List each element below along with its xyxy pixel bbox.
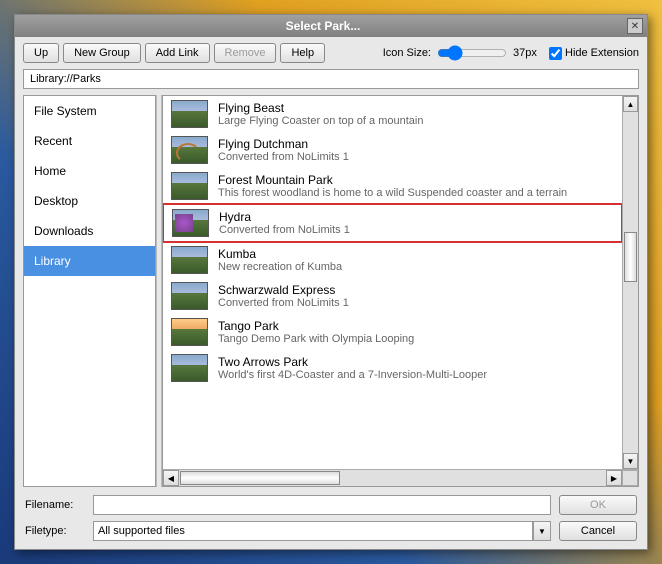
sidebar-item-file-system[interactable]: File System: [24, 96, 155, 126]
sidebar-item-recent[interactable]: Recent: [24, 126, 155, 156]
park-title: Kumba: [218, 247, 342, 261]
icon-size-label: Icon Size:: [383, 47, 431, 59]
list-item[interactable]: Flying DutchmanConverted from NoLimits 1: [163, 132, 622, 168]
sidebar: File SystemRecentHomeDesktopDownloadsLib…: [23, 95, 156, 487]
scroll-left-arrow[interactable]: ◀: [163, 470, 179, 486]
park-text: Forest Mountain ParkThis forest woodland…: [218, 173, 567, 199]
add-link-button[interactable]: Add Link: [145, 43, 210, 63]
park-list-container: Flying BeastLarge Flying Coaster on top …: [163, 96, 638, 469]
icon-size-slider[interactable]: [437, 45, 507, 61]
filetype-value[interactable]: [93, 521, 533, 541]
park-thumbnail: [171, 282, 208, 310]
vscroll-track[interactable]: [623, 112, 638, 453]
hide-extension-label: Hide Extension: [565, 47, 639, 59]
park-text: Two Arrows ParkWorld's first 4D-Coaster …: [218, 355, 487, 381]
cancel-button[interactable]: Cancel: [559, 521, 637, 541]
filetype-select[interactable]: ▼: [93, 521, 551, 541]
park-title: Flying Beast: [218, 101, 423, 115]
list-item[interactable]: Schwarzwald ExpressConverted from NoLimi…: [163, 278, 622, 314]
park-list: Flying BeastLarge Flying Coaster on top …: [163, 96, 622, 469]
park-thumbnail: [171, 172, 208, 200]
filetype-dropdown-arrow[interactable]: ▼: [533, 521, 551, 541]
park-thumbnail: [171, 318, 208, 346]
scroll-right-arrow[interactable]: ▶: [606, 470, 622, 486]
sidebar-item-desktop[interactable]: Desktop: [24, 186, 155, 216]
hide-extension-input[interactable]: [549, 47, 562, 60]
scroll-down-arrow[interactable]: ▼: [623, 453, 638, 469]
list-item[interactable]: Tango ParkTango Demo Park with Olympia L…: [163, 314, 622, 350]
filetype-label: Filetype:: [25, 525, 85, 537]
park-text: Schwarzwald ExpressConverted from NoLimi…: [218, 283, 349, 309]
park-thumbnail: [171, 136, 208, 164]
close-button[interactable]: ✕: [627, 18, 643, 34]
list-item[interactable]: Forest Mountain ParkThis forest woodland…: [163, 168, 622, 204]
park-title: Two Arrows Park: [218, 355, 487, 369]
park-title: Tango Park: [218, 319, 414, 333]
new-group-button[interactable]: New Group: [63, 43, 141, 63]
park-text: Flying DutchmanConverted from NoLimits 1: [218, 137, 349, 163]
park-title: Forest Mountain Park: [218, 173, 567, 187]
hscroll-track[interactable]: [179, 470, 606, 486]
park-description: Large Flying Coaster on top of a mountai…: [218, 115, 423, 127]
park-title: Flying Dutchman: [218, 137, 349, 151]
list-item[interactable]: KumbaNew recreation of Kumba: [163, 242, 622, 278]
footer: Filename: OK Filetype: ▼ Cancel: [15, 487, 647, 549]
path-input[interactable]: [23, 69, 639, 89]
horizontal-scrollbar[interactable]: ◀ ▶: [163, 470, 622, 486]
scroll-up-arrow[interactable]: ▲: [623, 96, 638, 112]
park-text: Flying BeastLarge Flying Coaster on top …: [218, 101, 423, 127]
hscroll-thumb[interactable]: [180, 471, 340, 485]
path-field: [23, 69, 639, 89]
hide-extension-checkbox[interactable]: Hide Extension: [549, 47, 639, 60]
content-panel: Flying BeastLarge Flying Coaster on top …: [162, 95, 639, 487]
park-description: World's first 4D-Coaster and a 7-Inversi…: [218, 369, 487, 381]
park-thumbnail: [171, 246, 208, 274]
sidebar-item-downloads[interactable]: Downloads: [24, 216, 155, 246]
park-title: Schwarzwald Express: [218, 283, 349, 297]
park-description: Converted from NoLimits 1: [218, 151, 349, 163]
sidebar-item-library[interactable]: Library: [24, 246, 155, 276]
list-item[interactable]: HydraConverted from NoLimits 1: [163, 203, 622, 243]
list-item[interactable]: Two Arrows ParkWorld's first 4D-Coaster …: [163, 350, 622, 386]
vertical-scrollbar[interactable]: ▲ ▼: [622, 96, 638, 469]
list-item[interactable]: Flying BeastLarge Flying Coaster on top …: [163, 96, 622, 132]
filename-input[interactable]: [93, 495, 551, 515]
window-title: Select Park...: [19, 19, 627, 33]
titlebar: Select Park... ✕: [15, 15, 647, 37]
park-description: Converted from NoLimits 1: [219, 224, 350, 236]
close-icon: ✕: [631, 21, 639, 32]
park-text: Tango ParkTango Demo Park with Olympia L…: [218, 319, 414, 345]
park-description: New recreation of Kumba: [218, 261, 342, 273]
park-description: This forest woodland is home to a wild S…: [218, 187, 567, 199]
park-text: KumbaNew recreation of Kumba: [218, 247, 342, 273]
park-description: Tango Demo Park with Olympia Looping: [218, 333, 414, 345]
park-thumbnail: [171, 100, 208, 128]
park-thumbnail: [172, 209, 209, 237]
icon-size-value: 37px: [513, 47, 543, 59]
main-area: File SystemRecentHomeDesktopDownloadsLib…: [23, 95, 639, 487]
remove-button: Remove: [214, 43, 277, 63]
select-park-dialog: Select Park... ✕ Up New Group Add Link R…: [14, 14, 648, 550]
park-description: Converted from NoLimits 1: [218, 297, 349, 309]
help-button[interactable]: Help: [280, 43, 325, 63]
filename-label: Filename:: [25, 499, 85, 511]
park-title: Hydra: [219, 210, 350, 224]
up-button[interactable]: Up: [23, 43, 59, 63]
ok-button[interactable]: OK: [559, 495, 637, 515]
toolbar: Up New Group Add Link Remove Help Icon S…: [15, 37, 647, 69]
park-thumbnail: [171, 354, 208, 382]
park-text: HydraConverted from NoLimits 1: [219, 210, 350, 236]
vscroll-thumb[interactable]: [624, 232, 637, 282]
sidebar-item-home[interactable]: Home: [24, 156, 155, 186]
scroll-corner: [622, 470, 638, 486]
horizontal-scrollbar-row: ◀ ▶: [163, 469, 638, 486]
